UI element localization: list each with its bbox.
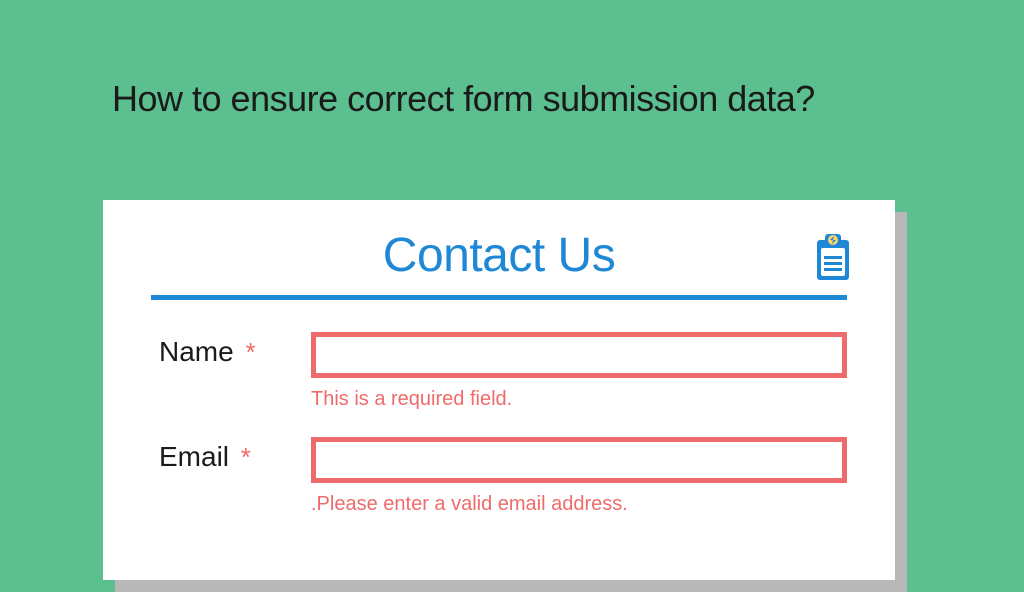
name-label: Name * xyxy=(151,332,311,368)
card-header: Contact Us xyxy=(151,228,847,299)
form-row-email: Email * .Please enter a valid email addr… xyxy=(151,437,847,534)
clipboard-lightning-icon xyxy=(811,232,855,289)
name-error: This is a required field. xyxy=(311,388,847,411)
name-label-text: Name xyxy=(159,336,234,367)
required-mark: * xyxy=(241,442,251,472)
email-label-text: Email xyxy=(159,441,229,472)
form-row-name: Name * This is a required field. xyxy=(151,332,847,429)
email-label: Email * xyxy=(151,437,311,473)
name-field-col: This is a required field. xyxy=(311,332,847,429)
email-input[interactable] xyxy=(311,437,847,483)
email-field-col: .Please enter a valid email address. xyxy=(311,437,847,534)
page-title: How to ensure correct form submission da… xyxy=(112,78,815,120)
email-error: .Please enter a valid email address. xyxy=(311,493,847,516)
required-mark: * xyxy=(245,337,255,367)
contact-form-card: Contact Us Name * This is a required fie… xyxy=(103,200,895,580)
form-heading: Contact Us xyxy=(383,228,615,283)
name-input[interactable] xyxy=(311,332,847,378)
